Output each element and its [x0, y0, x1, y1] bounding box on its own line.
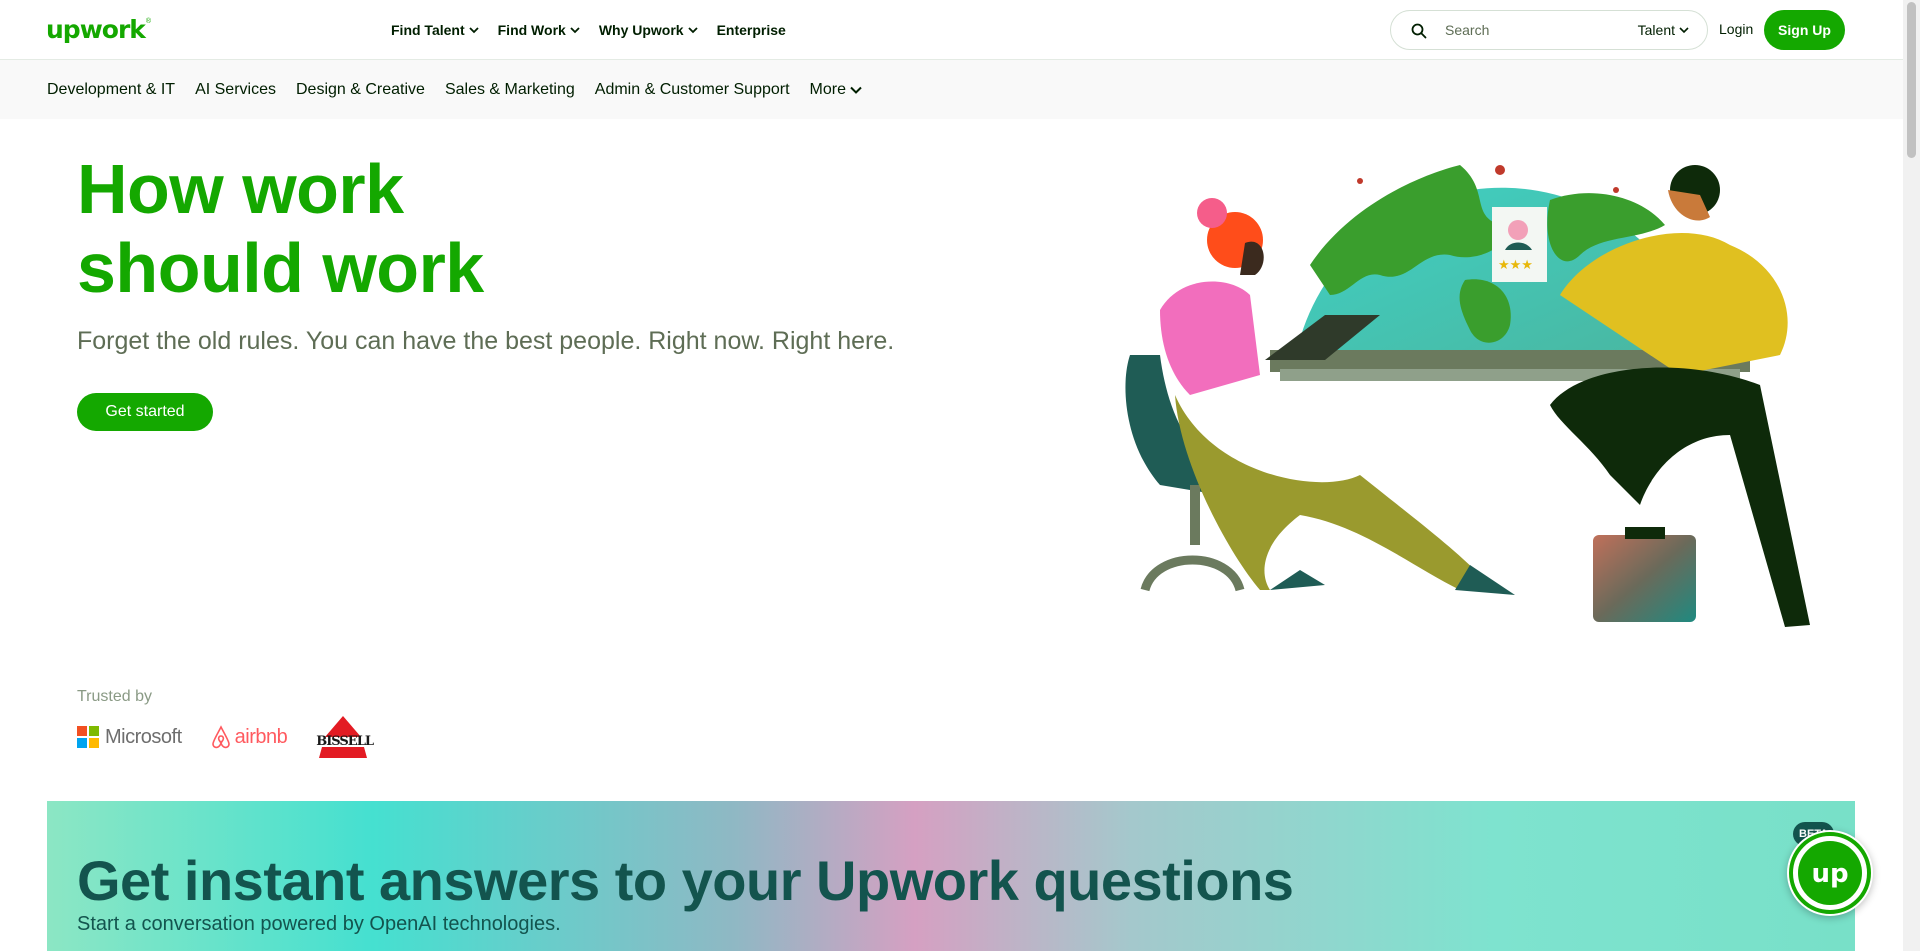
hero-subtitle: Forget the old rules. You can have the b… — [77, 327, 895, 355]
nav-find-work[interactable]: Find Work — [498, 22, 580, 38]
banner-subtitle: Start a conversation powered by OpenAI t… — [77, 913, 561, 935]
nav-enterprise[interactable]: Enterprise — [717, 22, 786, 38]
category-sales-marketing[interactable]: Sales & Marketing — [445, 81, 575, 99]
svg-text:up: up — [1811, 859, 1848, 889]
banner-title: Get instant answers to your Upwork quest… — [77, 849, 1294, 912]
trusted-logos: Microsoft airbnb BISSELL — [77, 716, 375, 758]
get-started-button[interactable]: Get started — [77, 393, 213, 431]
more-label: More — [809, 80, 846, 98]
hero-title-line1: How work — [77, 150, 404, 228]
category-ai-services[interactable]: AI Services — [195, 81, 276, 99]
search-icon[interactable] — [1411, 23, 1427, 39]
nav-label: Why Upwork — [598, 22, 684, 38]
search-box[interactable]: Talent — [1390, 10, 1708, 50]
ai-answers-banner: Get instant answers to your Upwork quest… — [47, 801, 1855, 951]
hero-title-line2: should work — [77, 229, 484, 307]
nav-label: Enterprise — [716, 22, 786, 38]
trusted-by-label: Trusted by — [77, 688, 152, 705]
search-scope-label: Talent — [1637, 22, 1675, 38]
logo-text: upwork — [46, 15, 146, 44]
category-admin-support[interactable]: Admin & Customer Support — [595, 81, 790, 99]
hero-title: How work should work — [77, 150, 677, 308]
scrollbar-thumb[interactable] — [1907, 2, 1916, 158]
hero-illustration: ★★★ — [1125, 165, 1810, 627]
main-nav: Find Talent Find Work Why Upwork Enterpr… — [391, 0, 805, 60]
nav-label: Find Work — [497, 22, 566, 38]
microsoft-logo: Microsoft — [77, 726, 182, 749]
chat-assistant-button[interactable]: up — [1787, 830, 1873, 916]
top-header: upwork ® Find Talent Find Work Why Upwor… — [0, 0, 1903, 60]
search-input[interactable] — [1445, 19, 1625, 41]
category-more[interactable]: More — [810, 81, 862, 99]
nav-label: Find Talent — [391, 22, 465, 38]
airbnb-logo: airbnb — [210, 725, 288, 749]
airbnb-belo-icon — [211, 725, 230, 749]
svg-text:★★★: ★★★ — [1498, 257, 1533, 272]
chevron-down-icon — [687, 26, 698, 33]
search-scope-dropdown[interactable]: Talent — [1638, 22, 1689, 38]
bissell-logo: BISSELL — [315, 716, 375, 758]
upwork-logo[interactable]: upwork ® — [46, 14, 151, 44]
category-nav: Development & IT AI Services Design & Cr… — [0, 60, 1903, 119]
chevron-down-icon — [850, 86, 862, 94]
chevron-down-icon — [570, 26, 580, 33]
page-scrollbar[interactable] — [1903, 0, 1920, 951]
login-link[interactable]: Login — [1719, 21, 1753, 37]
nav-find-talent[interactable]: Find Talent — [391, 22, 479, 38]
upwork-chat-icon: up — [1789, 832, 1871, 914]
microsoft-grid-icon — [77, 726, 99, 748]
nav-why-upwork[interactable]: Why Upwork — [599, 22, 698, 38]
chevron-down-icon — [468, 26, 479, 33]
category-design-creative[interactable]: Design & Creative — [296, 81, 425, 99]
chevron-down-icon — [1679, 26, 1689, 33]
sign-up-button[interactable]: Sign Up — [1764, 10, 1845, 50]
category-development-it[interactable]: Development & IT — [47, 81, 175, 99]
